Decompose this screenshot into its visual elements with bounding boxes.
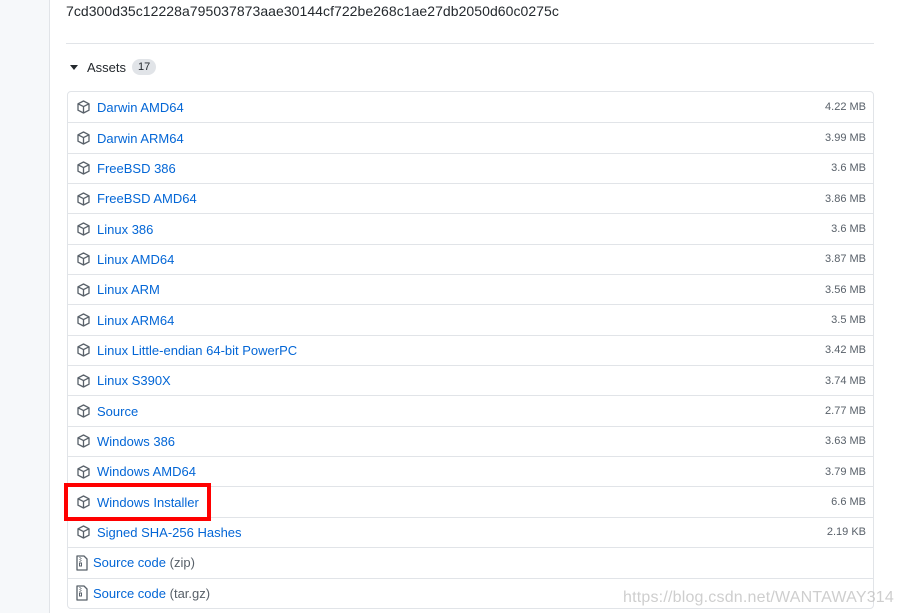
archive-format: (zip)	[169, 555, 195, 571]
left-gutter	[0, 0, 50, 613]
assets-count-badge: 17	[132, 59, 157, 75]
asset-link[interactable]: Darwin ARM64	[97, 131, 184, 146]
asset-row: Darwin ARM64 3.99 MB	[68, 122, 873, 152]
assets-title: Assets	[87, 59, 127, 75]
asset-size: 3.6 MB	[831, 223, 866, 236]
asset-link[interactable]: Linux 386	[97, 222, 153, 237]
package-icon	[76, 465, 90, 479]
asset-link[interactable]: FreeBSD AMD64	[97, 191, 197, 206]
asset-row: Linux ARM64 3.5 MB	[68, 304, 873, 334]
asset-size: 6.6 MB	[831, 496, 866, 509]
asset-link[interactable]: Windows AMD64	[97, 464, 196, 479]
asset-size: 2.77 MB	[825, 405, 866, 418]
source-code-label: Source code	[93, 555, 166, 571]
asset-row: Windows 386 3.63 MB	[68, 425, 873, 456]
package-icon	[76, 374, 90, 388]
archive-format: (tar.gz)	[169, 585, 211, 601]
package-icon	[76, 252, 90, 267]
commit-hash: 7cd300d35c12228a795037873aae30144cf722be…	[66, 3, 559, 19]
package-icon	[76, 100, 90, 114]
package-icon	[76, 222, 90, 236]
source-archive-row: Source code (zip)	[68, 547, 873, 577]
asset-link[interactable]: Linux AMD64	[97, 252, 174, 267]
asset-link[interactable]: Linux Little-endian 64-bit PowerPC	[97, 343, 297, 358]
asset-row: FreeBSD AMD64 3.86 MB	[68, 183, 873, 213]
package-icon	[76, 161, 90, 176]
asset-size: 3.87 MB	[825, 253, 866, 266]
asset-row: Signed SHA-256 Hashes 2.19 KB	[68, 516, 873, 547]
package-icon	[76, 313, 90, 327]
package-icon	[76, 192, 90, 206]
asset-size: 3.56 MB	[825, 283, 866, 296]
asset-size: 4.22 MB	[825, 101, 866, 114]
asset-size: 3.99 MB	[825, 132, 866, 145]
asset-link[interactable]: Signed SHA-256 Hashes	[97, 525, 242, 540]
asset-size: 3.6 MB	[831, 162, 866, 175]
asset-link[interactable]: Linux S390X	[97, 373, 171, 388]
package-icon	[76, 434, 90, 449]
file-zip-icon	[75, 555, 89, 571]
asset-row: Windows AMD64 3.79 MB	[68, 456, 873, 486]
asset-size: 3.74 MB	[825, 374, 866, 387]
asset-row: Linux S390X 3.74 MB	[68, 365, 873, 395]
assets-toggle[interactable]: Assets 17	[67, 58, 157, 76]
package-icon	[76, 495, 90, 509]
asset-row: Linux ARM 3.56 MB	[68, 274, 873, 304]
asset-size: 3.42 MB	[825, 344, 866, 357]
asset-row: Linux AMD64 3.87 MB	[68, 243, 873, 274]
asset-link[interactable]: Darwin AMD64	[97, 100, 184, 115]
asset-row: Linux Little-endian 64-bit PowerPC 3.42 …	[68, 334, 873, 365]
package-icon	[76, 525, 90, 540]
source-code-label: Source code	[93, 585, 166, 601]
asset-row: Linux 386 3.6 MB	[68, 213, 873, 243]
asset-row: FreeBSD 386 3.6 MB	[68, 152, 873, 183]
asset-row-windows-installer: Windows Installer 6.6 MB	[68, 486, 873, 516]
asset-list: Darwin AMD64 4.22 MB Darwin ARM64 3.99 M…	[67, 91, 874, 609]
package-icon	[76, 131, 90, 145]
asset-link[interactable]: Linux ARM64	[97, 313, 174, 328]
asset-size: 3.86 MB	[825, 192, 866, 205]
source-archive-row: Source code (tar.gz)	[68, 577, 873, 608]
asset-link[interactable]: Windows 386	[97, 434, 175, 449]
package-icon	[76, 404, 90, 418]
caret-down-icon	[67, 60, 81, 74]
asset-link[interactable]: Source	[97, 404, 138, 419]
windows-installer-link[interactable]: Windows Installer	[97, 495, 199, 510]
section-divider	[66, 43, 874, 44]
asset-row: Source 2.77 MB	[68, 395, 873, 425]
source-code-zip-link[interactable]: Source code (zip)	[93, 555, 195, 570]
asset-size: 2.19 KB	[826, 526, 866, 539]
asset-row: Darwin AMD64 4.22 MB	[68, 92, 873, 122]
asset-size: 3.5 MB	[831, 314, 866, 327]
package-icon	[76, 283, 90, 297]
asset-size: 3.79 MB	[825, 465, 866, 478]
file-zip-icon	[75, 585, 89, 601]
package-icon	[76, 343, 90, 358]
asset-size: 3.63 MB	[825, 435, 866, 448]
source-code-targz-link[interactable]: Source code (tar.gz)	[93, 586, 210, 601]
asset-link[interactable]: FreeBSD 386	[97, 161, 176, 176]
asset-link[interactable]: Linux ARM	[97, 282, 160, 297]
